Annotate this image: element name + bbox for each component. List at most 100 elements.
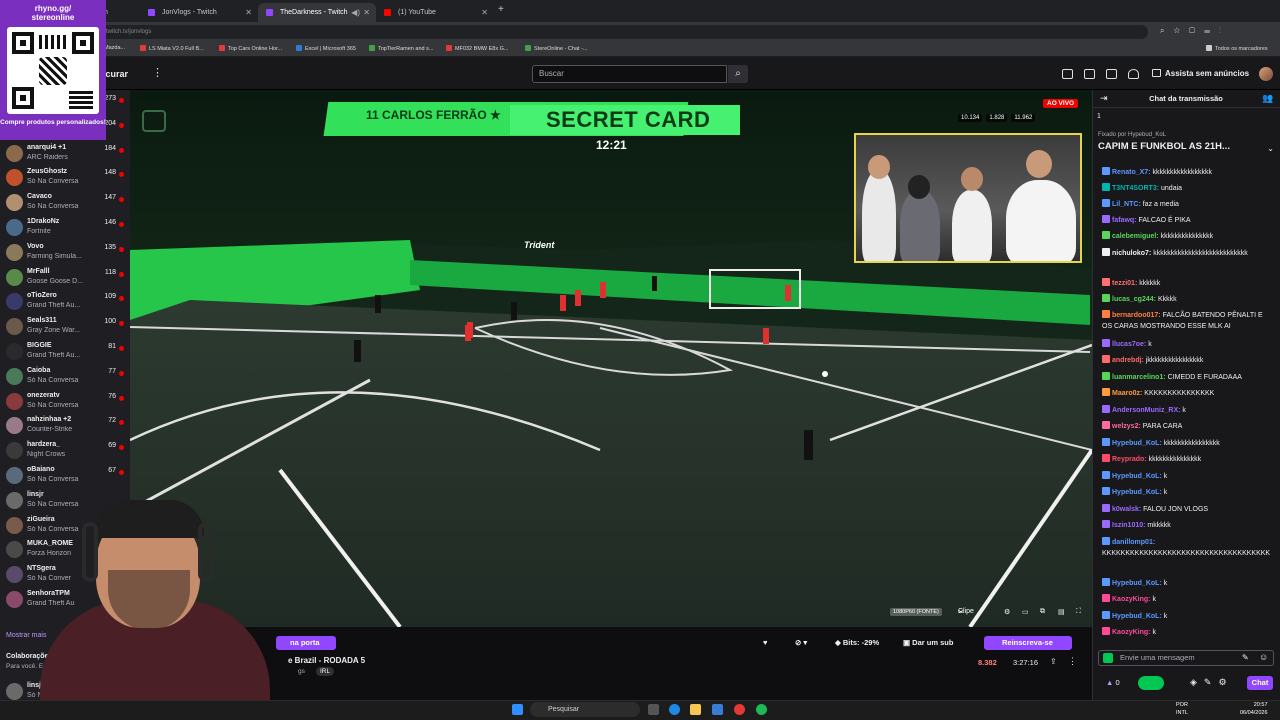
notifications-icon[interactable]	[1106, 69, 1117, 79]
chat-message[interactable]: fafawq: FALCAO É PIKA	[1102, 215, 1270, 226]
chat-username[interactable]: calebemiguel:	[1112, 233, 1159, 240]
caption-icon[interactable]: ▤	[1058, 608, 1065, 616]
chat-username[interactable]: tezzi01:	[1112, 280, 1137, 287]
channel-item[interactable]: Vovo Farming Simula... 135	[0, 241, 130, 266]
bookmark[interactable]: TopTierRamen and s...	[369, 45, 433, 52]
chat-username[interactable]: k0walsk:	[1112, 506, 1141, 513]
prediction-icon[interactable]	[1138, 676, 1164, 690]
close-icon[interactable]: ✕	[481, 3, 488, 22]
browser-tab[interactable]: (1) YouTube ✕	[376, 3, 494, 22]
gift-sub-button[interactable]: ▣ Dar um sub	[898, 636, 958, 650]
browser-tab[interactable]: TheDarkness - Twitch ◀) ✕	[258, 3, 376, 22]
chat-send-button[interactable]: Chat	[1247, 676, 1273, 690]
chat-message[interactable]: Renato_X7: kkkkkkkkkkkkkkkkk	[1102, 167, 1270, 178]
chat-message[interactable]: luanmarcelino1: CIMEDD E FURADAAA	[1102, 372, 1270, 383]
chat-username[interactable]: Hypebud_KoL:	[1112, 440, 1162, 447]
chat-message[interactable]: Reyprado: kkkkkkkkkkkkkkk	[1102, 454, 1270, 465]
chat-message[interactable]: Lil_NTC: faz a media	[1102, 199, 1270, 210]
close-icon[interactable]: ✕	[363, 3, 370, 22]
share-icon[interactable]: ⇪	[1050, 657, 1057, 666]
bits-icon[interactable]	[1128, 69, 1139, 79]
user-avatar[interactable]	[1259, 67, 1273, 81]
browser-tab[interactable]: JonVlogs - Twitch ✕	[140, 3, 258, 22]
tag-irl[interactable]: IRL	[316, 667, 335, 676]
chat-tool-icons[interactable]: ◈✎⚙	[1190, 677, 1234, 688]
chat-username[interactable]: welzys2:	[1112, 423, 1141, 430]
channel-item[interactable]: ZeusGhostz Só Na Conversa 148	[0, 166, 130, 191]
whispers-icon[interactable]	[1084, 69, 1095, 79]
chat-username[interactable]: KaozyKing:	[1112, 629, 1151, 636]
search-input[interactable]: Buscar	[532, 65, 727, 83]
new-tab-button[interactable]: +	[498, 4, 504, 15]
notifications-off-icon[interactable]: ⊘ ▾	[790, 636, 812, 650]
channel-item[interactable]: Seals311 Gray Zone War... 100	[0, 315, 130, 340]
address-input[interactable]: twitch.tv/jonvlogs	[98, 25, 1148, 39]
chat-message[interactable]: welzys2: PARA CARA	[1102, 421, 1270, 432]
collapse-chat-icon[interactable]: ⇥	[1100, 93, 1108, 104]
pinned-message[interactable]: Fixado por Hypebud_KoL CAPIM E FUNKBOL A…	[1098, 132, 1274, 162]
chat-username[interactable]: Iszin1010:	[1112, 522, 1145, 529]
taskbar-search[interactable]: Pesquisar	[530, 702, 640, 717]
windows-start-icon[interactable]	[512, 704, 523, 715]
bookmark[interactable]: LS Miata V2.0 Full B...	[140, 45, 204, 52]
channel-item[interactable]: 1DrakoNz Fortnite 146	[0, 216, 130, 241]
bookmark[interactable]: Top Cars Online Hor...	[219, 45, 282, 52]
settings-icon[interactable]: ⚙	[1004, 608, 1010, 616]
emote-icon[interactable]: ☺	[1259, 652, 1268, 662]
language-indicator[interactable]: POR INTL	[1176, 701, 1188, 717]
channel-item[interactable]: oBaiano Só Na Conversa 67	[0, 464, 130, 489]
more-options-icon[interactable]: ⋮	[1068, 656, 1077, 667]
channel-item[interactable]: hardzera_ Night Crows 69	[0, 439, 130, 464]
speaker-icon[interactable]: ◀)	[351, 3, 360, 22]
chat-message[interactable]: nichuloko7: kkkkkkkkkkkkkkkkkkkkkkkkkkk	[1102, 248, 1270, 259]
chat-message[interactable]: lucas_cg244: Kkkkk	[1102, 294, 1270, 305]
chat-username[interactable]: Hypebud_KoL:	[1112, 580, 1162, 587]
bookmark[interactable]: MF032 BMW E8x G...	[446, 45, 508, 52]
chat-message[interactable]: Hypebud_KoL: k	[1102, 578, 1270, 589]
channel-item[interactable]: Caioba Só Na Conversa 77	[0, 365, 130, 390]
chat-username[interactable]: danillomp01:	[1112, 539, 1155, 546]
taskbar-clock[interactable]: 20:57 06/04/2026	[1240, 701, 1268, 717]
bookmark[interactable]: StereOnline - Chat -...	[525, 45, 588, 52]
bits-button[interactable]: ◆ Bits: -29%	[830, 636, 884, 650]
chat-message[interactable]: KaozyKing: k	[1102, 594, 1270, 605]
all-bookmarks[interactable]: Todos os marcadores	[1206, 45, 1268, 52]
chat-username[interactable]: nichuloko7:	[1112, 250, 1151, 257]
task-view-icon[interactable]	[648, 704, 659, 715]
stream-category[interactable]: gs	[298, 668, 305, 675]
chat-message[interactable]: andrebdj: jkkkkkkkkkkkkkkkk	[1102, 355, 1270, 366]
bookmark[interactable]: Mazda...	[104, 45, 125, 51]
chat-username[interactable]: andrebdj:	[1112, 357, 1144, 364]
store-icon[interactable]	[712, 704, 723, 715]
more-options-icon[interactable]: ⋮	[152, 66, 163, 79]
chat-message[interactable]: Hypebud_KoL: k	[1102, 611, 1270, 622]
chat-username[interactable]: KaozyKing:	[1112, 596, 1151, 603]
chrome-icon[interactable]	[734, 704, 745, 715]
bookmark[interactable]: Excel | Microsoft 365	[296, 45, 356, 52]
fullscreen-icon[interactable]: ⛶	[1076, 608, 1081, 616]
channel-points[interactable]: ▲ 0	[1106, 678, 1120, 687]
users-icon[interactable]: 👥	[1262, 93, 1273, 104]
file-explorer-icon[interactable]	[690, 704, 701, 715]
chat-message[interactable]: calebemiguel: kkkkkkkkkkkkkkk	[1102, 231, 1270, 242]
channel-item[interactable]: onezeratv Só Na Conversa 76	[0, 390, 130, 415]
channel-item[interactable]: Cavaco Só Na Conversa 147	[0, 191, 130, 216]
spotify-icon[interactable]	[756, 704, 767, 715]
browser-toolbar-icons[interactable]: ⌕☆▢☰⁝	[1160, 26, 1230, 36]
chat-username[interactable]: bernardoo017:	[1112, 312, 1161, 319]
chat-message[interactable]: KaozyKing: k	[1102, 627, 1270, 638]
search-icon[interactable]: ⌕	[728, 65, 748, 83]
close-icon[interactable]: ✕	[245, 3, 252, 22]
chat-message[interactable]: llucas7oe: k	[1102, 339, 1270, 350]
chat-username[interactable]: Hypebud_KoL:	[1112, 613, 1162, 620]
chat-message[interactable]: Hypebud_KoL: kkkkkkkkkkkkkkkk	[1102, 438, 1270, 449]
browser-tab[interactable]: h	[100, 3, 140, 22]
chat-username[interactable]: Hypebud_KoL:	[1112, 473, 1162, 480]
channel-item[interactable]: BIGGIE Grand Theft Au... 81	[0, 340, 130, 365]
heart-icon[interactable]: ♥	[758, 636, 772, 650]
chat-username[interactable]: fafawq:	[1112, 217, 1137, 224]
inbox-icon[interactable]	[1062, 69, 1073, 79]
chat-username[interactable]: luanmarcelino1:	[1112, 374, 1166, 381]
chat-message[interactable]: danillomp01: KKKKKKKKKKKKKKKKKKKKKKKKKKK…	[1102, 537, 1270, 559]
channel-item[interactable]: nahzinhaa +2 Counter-Strike 72	[0, 414, 130, 439]
